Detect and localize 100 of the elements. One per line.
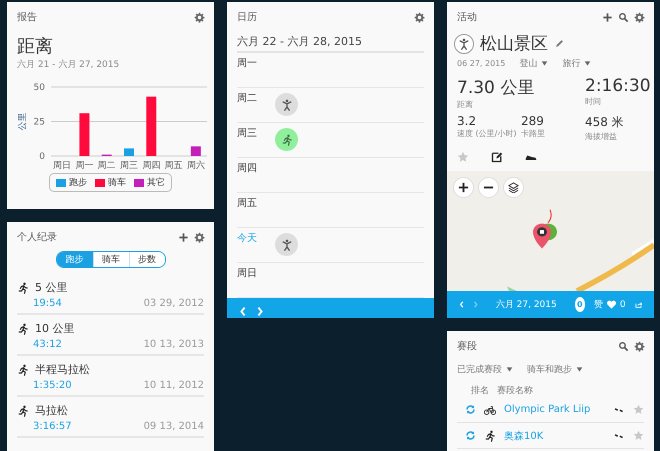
record-time[interactable]: 43:12 [33,339,62,350]
runner-icon [17,364,29,376]
record-name: 10 公里 [35,321,74,336]
day-label: 周四 [237,162,258,176]
activity-badge[interactable] [275,233,298,256]
star-icon[interactable] [457,151,469,163]
chart-bar [124,148,134,156]
heart-icon [606,299,617,310]
runner-icon [17,404,29,416]
person-icon [458,38,470,50]
caret-icon [506,366,513,373]
segment-tab[interactable]: 跑步 [56,252,92,267]
stat-label: 时间 [585,96,602,107]
metric-title: 距离 [17,35,54,58]
search-icon[interactable] [618,12,629,22]
chart-bar [79,113,90,156]
comment-count[interactable]: 0 [574,297,585,312]
like-count: 0 [620,300,626,310]
caret-icon [576,366,583,373]
previous-button[interactable] [459,299,464,310]
activity-name: 松山景区 [480,33,548,55]
activity-badge[interactable] [275,93,298,116]
axis-tick-label: 周四 [142,161,160,171]
tag-dropdown[interactable]: 旅行 [562,57,592,70]
tag-dropdown[interactable]: 登山 [519,57,548,70]
record-name: 5 公里 [35,280,68,295]
runner-icon [17,322,29,334]
axis-tick-label: 周一 [75,161,94,171]
legend-label: 跑步 [69,176,87,189]
runner-icon [17,282,29,294]
bicycle-icon [484,404,496,416]
axis-tick-label: 周五 [164,161,183,171]
person-icon [280,98,292,110]
settings-icon[interactable] [634,340,645,352]
card-title: 日历 [237,11,257,24]
activity-badge[interactable] [275,128,298,151]
activity-date: 06 27, 2015 [457,59,506,68]
record-date: 03 29, 2012 [144,298,204,309]
like-label[interactable]: 赞 [594,298,603,311]
segment-name[interactable]: Olympic Park Liip [504,404,606,415]
sync-icon[interactable] [465,404,476,415]
segment-tab[interactable]: 骑车 [92,252,128,267]
segment-name[interactable]: 奥森10K [504,428,606,442]
card-title: 活动 [457,11,477,24]
next-button[interactable] [256,306,264,317]
record-name: 马拉松 [35,403,68,418]
axis-tick-label: 25 [34,118,45,128]
stat-label: 卡路里 [521,128,546,139]
add-icon[interactable] [602,12,613,22]
axis-tick-label: 周六 [186,161,205,171]
card-title: 个人纪录 [17,231,57,244]
legend-label: 骑车 [108,176,126,189]
column-header: 排名 [471,384,489,397]
previous-button[interactable] [239,306,247,317]
edit-icon[interactable] [491,151,503,163]
star-icon[interactable] [633,404,644,415]
record-date: 10 13, 2013 [144,339,204,350]
runner-icon [280,134,292,146]
settings-icon[interactable] [634,12,645,22]
stat-value: 3.2 [457,114,478,128]
record-time[interactable]: 1:35:20 [33,380,72,391]
chart-bar [190,146,201,156]
runner-icon [484,430,496,442]
day-label: 周一 [237,57,258,71]
date-range: 六月 21 - 六月 27, 2015 [17,58,120,71]
layers-icon [508,182,519,193]
add-icon[interactable] [178,232,189,242]
caret-icon [541,60,548,67]
search-icon[interactable] [618,340,629,352]
record-time[interactable]: 3:16:57 [33,421,72,432]
stat-value: 7.30 公里 [457,77,536,99]
legend-label: 其它 [147,176,165,189]
day-label: 周二 [237,92,258,106]
day-label: 今天 [237,232,258,246]
stat-label: 速度 (公里/小时) [457,128,518,139]
stat-value: 458 米 [585,114,625,131]
sync-icon[interactable] [465,430,476,441]
settings-icon[interactable] [414,12,425,22]
axis-tick-label: 50 [34,83,45,93]
settings-icon[interactable] [194,12,205,22]
star-icon[interactable] [633,430,644,441]
day-label: 周日 [237,267,258,281]
card-title: 报告 [17,10,37,24]
record-date: 10 11, 2012 [144,380,204,391]
segment-tab[interactable]: 步数 [128,252,164,267]
caret-icon [584,60,592,67]
axis-tick-label: 周日 [53,161,72,171]
record-date: 09 13, 2014 [144,421,204,432]
axis-tick-label: 周二 [98,161,116,171]
stat-value: 2:16:30 [585,76,651,96]
record-time[interactable]: 19:54 [33,298,62,309]
filter-dropdown[interactable]: 已完成赛段 [457,363,513,376]
chart-bar [146,96,156,156]
card-title: 赛段 [457,340,477,353]
settings-icon[interactable] [194,232,205,242]
column-header: 赛段名称 [497,384,533,397]
record-name: 半程马拉松 [35,362,90,377]
date-range: 六月 22 - 六月 28, 2015 [237,34,424,53]
person-icon [280,238,292,250]
filter-dropdown[interactable]: 骑车和跑步 [527,363,583,376]
